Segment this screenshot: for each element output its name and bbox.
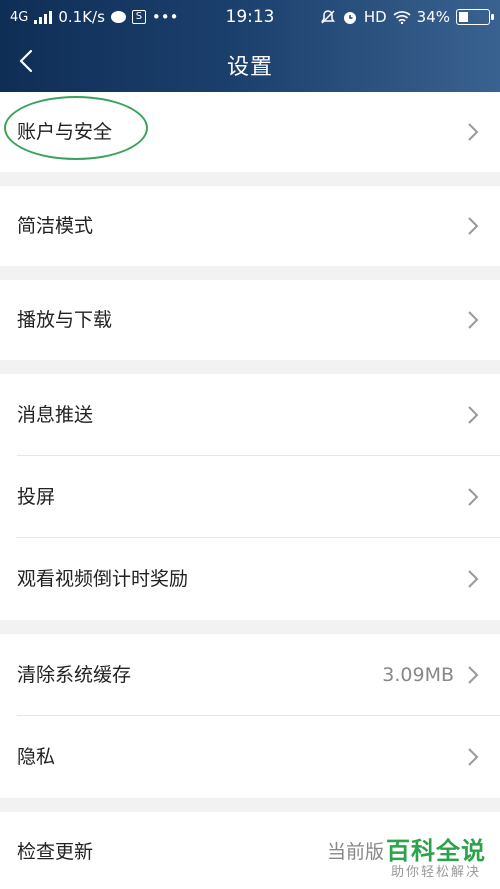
- settings-item-simple-mode[interactable]: 简洁模式: [0, 186, 500, 266]
- bell-off-icon: [320, 10, 335, 24]
- cache-size-value: 3.09MB: [382, 664, 454, 686]
- watermark: 百科全说 助你轻松解决: [386, 837, 486, 881]
- settings-item-account-security[interactable]: 账户与安全: [0, 92, 500, 172]
- chevron-right-icon: [468, 488, 479, 506]
- section-gap: [0, 360, 500, 374]
- settings-item-push-notifications[interactable]: 消息推送: [0, 374, 500, 456]
- settings-item-label: 消息推送: [17, 404, 94, 426]
- settings-item-cast-screen[interactable]: 投屏: [0, 456, 500, 538]
- page-title: 设置: [226, 55, 273, 80]
- section-gap: [0, 266, 500, 280]
- top-bar: 4G 0.1K/s S ••• 19:13 HD 34% 设置: [0, 0, 500, 92]
- section-gap: [0, 620, 500, 634]
- settings-item-label: 隐私: [17, 746, 56, 768]
- alarm-icon: [343, 12, 356, 24]
- watermark-title: 百科全说: [386, 837, 486, 865]
- battery-icon: [456, 9, 494, 25]
- section-gap: [0, 172, 500, 186]
- settings-item-label: 账户与安全: [17, 121, 113, 143]
- chevron-right-icon: [468, 666, 479, 684]
- settings-item-privacy[interactable]: 隐私: [0, 716, 500, 798]
- settings-item-watch-countdown-reward[interactable]: 观看视频倒计时奖励: [0, 538, 500, 620]
- battery-percent: 34%: [416, 8, 450, 26]
- settings-item-label: 观看视频倒计时奖励: [17, 568, 189, 590]
- chevron-right-icon: [468, 311, 479, 329]
- status-bar: 4G 0.1K/s S ••• 19:13 HD 34%: [0, 0, 500, 34]
- wifi-icon: [393, 11, 411, 24]
- settings-item-label: 清除系统缓存: [17, 664, 132, 686]
- settings-list: 账户与安全 简洁模式 播放与下载 消息推送 投屏 观看视频倒计时奖励 清除系统缓…: [0, 92, 500, 889]
- chevron-right-icon: [468, 570, 479, 588]
- current-version-value: 当前版: [326, 841, 384, 863]
- nav-bar: 设置: [0, 34, 500, 92]
- settings-item-label: 播放与下载: [17, 309, 113, 331]
- chevron-right-icon: [468, 748, 479, 766]
- watermark-subtitle: 助你轻松解决: [390, 865, 481, 880]
- settings-item-play-download[interactable]: 播放与下载: [0, 280, 500, 360]
- settings-item-label: 检查更新: [17, 841, 94, 863]
- chevron-right-icon: [468, 123, 479, 141]
- settings-item-clear-cache[interactable]: 清除系统缓存 3.09MB: [0, 634, 500, 716]
- battery-level: [459, 12, 468, 22]
- section-gap: [0, 798, 500, 812]
- hd-label: HD: [363, 8, 387, 26]
- settings-item-label: 简洁模式: [17, 215, 94, 237]
- chevron-right-icon: [468, 217, 479, 235]
- settings-item-label: 投屏: [17, 486, 56, 508]
- chevron-right-icon: [468, 406, 479, 424]
